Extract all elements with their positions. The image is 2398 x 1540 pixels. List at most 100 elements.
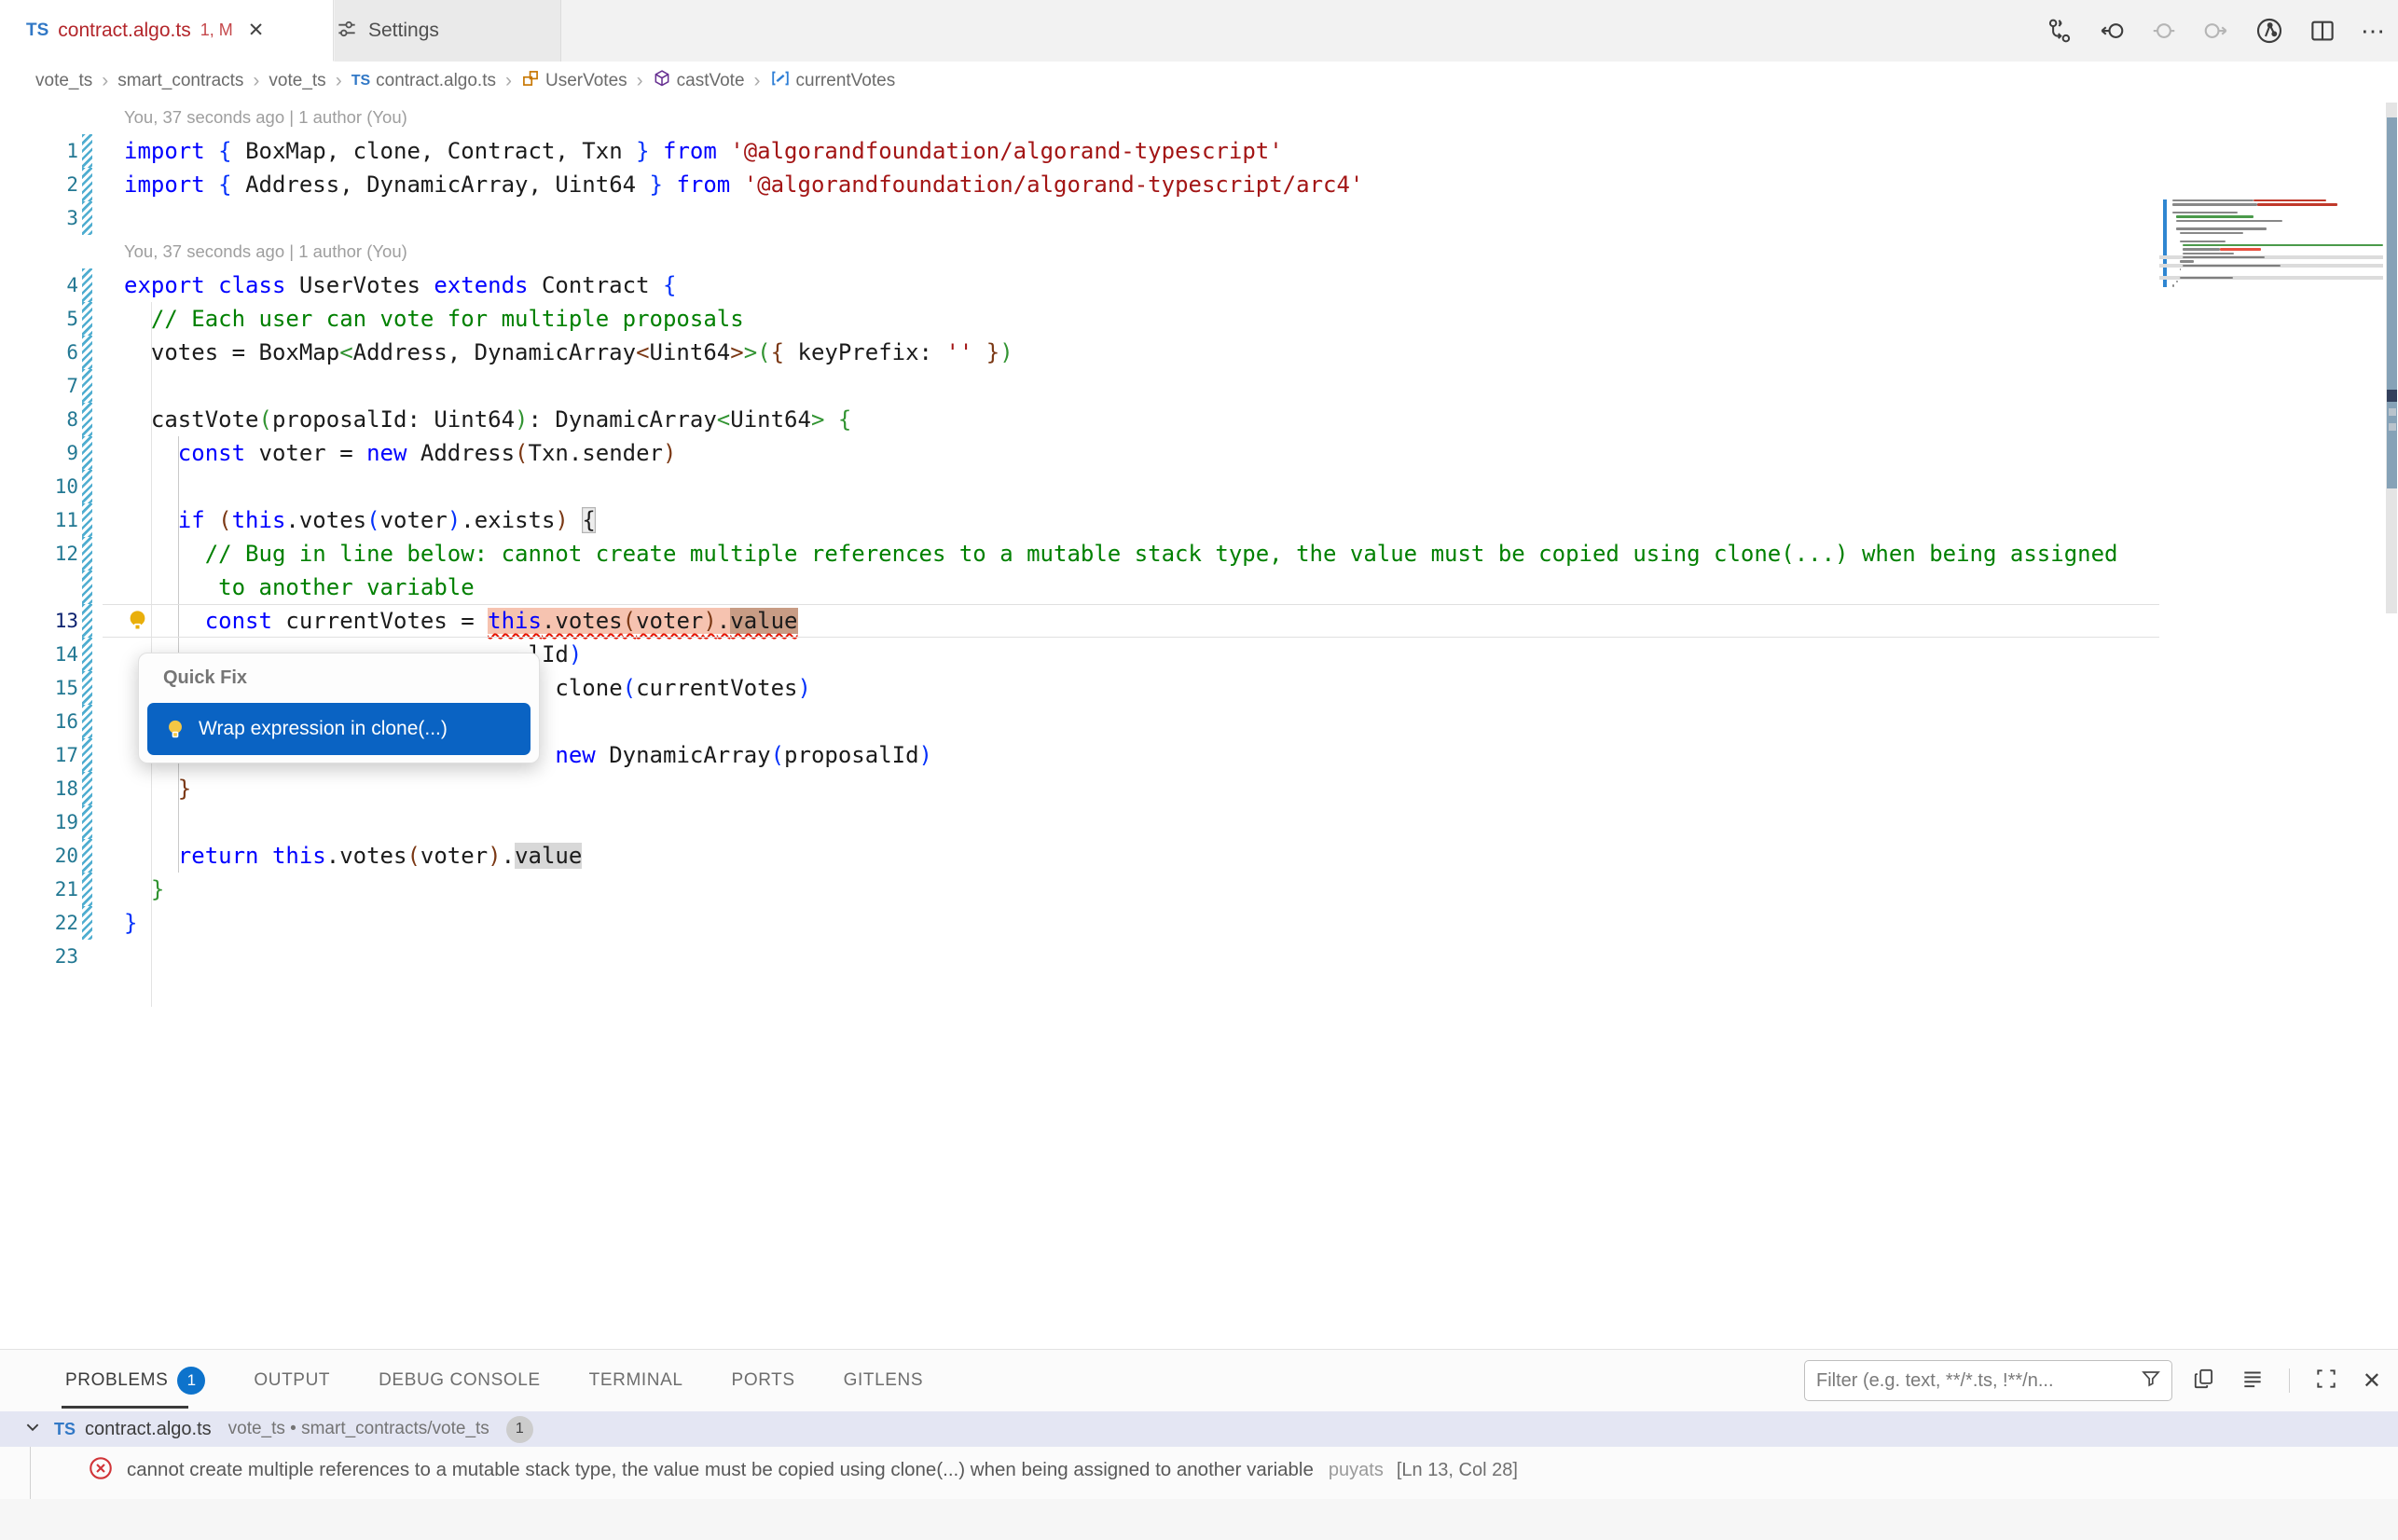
line-number: 6 [19,336,78,369]
gutter-modified-indicator [82,705,92,738]
minimap-line [2176,281,2178,282]
tab-contract-algo-ts[interactable]: TS contract.algo.ts 1, M ✕ [0,0,334,62]
breadcrumb-folder[interactable]: vote_ts [35,71,92,91]
tab-settings[interactable]: Settings [335,0,561,62]
code-line[interactable]: to another variable [0,571,2159,604]
gutter-modified-indicator [82,604,92,638]
panel-action-icons: ✕ [2192,1360,2381,1401]
line-number: 5 [19,302,78,336]
breadcrumb-variable[interactable]: currentVotes [770,68,896,94]
tab-problems[interactable]: PROBLEMS 1 [65,1367,205,1395]
minimap-line [2176,220,2282,222]
code-line[interactable]: 2import { Address, DynamicArray, Uint64 … [0,168,2159,201]
typescript-icon: TS [54,1420,76,1439]
gutter-modified-indicator [82,436,92,470]
minimap-line [2176,227,2267,229]
line-number: 21 [19,873,78,906]
problems-error-row[interactable]: cannot create multiple references to a m… [0,1447,2398,1493]
code-line[interactable]: 7 [0,369,2159,403]
tab-title: Settings [368,20,439,42]
breadcrumb-class[interactable]: UserVotes [521,69,627,93]
quick-fix-action[interactable]: Wrap expression in clone(...) [147,703,531,755]
chevron-right-icon: › [336,70,342,92]
breadcrumb-file[interactable]: TS contract.algo.ts [351,71,496,91]
minimap-line [2180,268,2182,270]
minimap-line [2257,203,2337,205]
problem-filename: contract.algo.ts [85,1419,212,1440]
minimap-line [2180,241,2226,242]
overview-ruler-cursor-mark [2387,390,2397,402]
code-line[interactable]: 21 } [0,873,2159,906]
code-line[interactable]: 5 // Each user can vote for multiple pro… [0,302,2159,336]
tab-ports[interactable]: PORTS [732,1370,795,1391]
gutter-modified-indicator [82,571,92,604]
line-number: 4 [19,268,78,302]
minimap[interactable] [2159,101,2386,380]
breadcrumb-method[interactable]: castVote [653,69,745,93]
breadcrumb-folder[interactable]: vote_ts [269,71,325,91]
chevron-down-icon[interactable] [24,1419,41,1440]
tab-terminal[interactable]: TERMINAL [589,1370,683,1391]
code-line[interactable]: 4export class UserVotes extends Contract… [0,268,2159,302]
symbol-variable-icon [770,68,791,94]
typescript-icon: TS [351,73,370,89]
code-line[interactable]: 11 if (this.votes(voter).exists) { [0,503,2159,537]
split-editor-icon[interactable] [2308,17,2336,45]
view-as-list-icon[interactable] [2240,1367,2265,1396]
run-code-icon[interactable] [2254,16,2284,46]
overview-ruler-mark [2389,408,2396,416]
gutter-modified-indicator [82,403,92,436]
navigate-back-icon[interactable] [2098,17,2126,45]
breadcrumb-folder[interactable]: smart_contracts [117,71,243,91]
file-problems-count-badge: 1 [506,1416,533,1443]
tab-debug-console[interactable]: DEBUG CONSOLE [379,1370,541,1391]
minimap-line [2253,199,2326,201]
code-line[interactable]: 9 const voter = new Address(Txn.sender) [0,436,2159,470]
code-editor[interactable]: You, 37 seconds ago | 1 author (You)1imp… [0,101,2398,1349]
code-line[interactable]: 6 votes = BoxMap<Address, DynamicArray<U… [0,336,2159,369]
code-line[interactable]: 22} [0,906,2159,940]
code-line[interactable]: 10 [0,470,2159,503]
minimap-line [2183,244,2383,246]
code-line[interactable]: 23 [0,940,2159,973]
code-line[interactable]: 1import { BoxMap, clone, Contract, Txn }… [0,134,2159,168]
editor-tab-bar: TS contract.algo.ts 1, M ✕ Settings [0,0,2398,62]
code-line[interactable]: 12 // Bug in line below: cannot create m… [0,537,2159,571]
problems-file-row[interactable]: TS contract.algo.ts vote_ts • smart_cont… [0,1411,2398,1447]
error-source: puyats [1329,1460,1384,1481]
tab-gitlens[interactable]: GITLENS [844,1370,924,1391]
open-changes-icon[interactable] [2046,17,2074,45]
editor-actions: ⋯ [2046,0,2385,62]
code-line[interactable]: 13 const currentVotes = this.votes(voter… [0,604,2159,638]
gutter-modified-indicator [82,805,92,839]
gutter-modified-indicator [82,336,92,369]
line-number: 14 [19,638,78,671]
filter-input[interactable] [1805,1370,2140,1392]
line-number: 15 [19,671,78,705]
symbol-method-icon [653,69,671,93]
maximize-panel-icon[interactable] [2314,1367,2338,1396]
code-line[interactable]: 8 castVote(proposalId: Uint64): DynamicA… [0,403,2159,436]
line-number: 16 [19,705,78,738]
tab-problems-modified-badge: 1, M [200,21,233,40]
lightbulb-icon[interactable] [125,608,150,638]
problems-count-badge: 1 [177,1367,205,1395]
line-number: 10 [19,470,78,503]
code-line[interactable]: 19 [0,805,2159,839]
navigate-forward-disabled-icon [2202,17,2230,45]
code-line[interactable]: 18 } [0,772,2159,805]
gutter-modified-indicator [82,537,92,571]
active-tab-underline [62,1406,188,1409]
copy-icon[interactable] [2192,1367,2216,1396]
code-line[interactable]: 3 [0,201,2159,235]
code-line[interactable]: 20 return this.votes(voter).value [0,839,2159,873]
tab-output[interactable]: OUTPUT [254,1370,330,1391]
gutter-modified-indicator [82,470,92,503]
more-actions-icon[interactable]: ⋯ [2361,26,2385,35]
funnel-filter-icon[interactable] [2140,1368,2162,1395]
scrollbar-thumb[interactable] [2387,117,2397,488]
line-number: 2 [19,168,78,201]
close-icon[interactable]: ✕ [248,19,265,42]
gutter-modified-indicator [82,671,92,705]
close-panel-icon[interactable]: ✕ [2363,1368,2381,1395]
